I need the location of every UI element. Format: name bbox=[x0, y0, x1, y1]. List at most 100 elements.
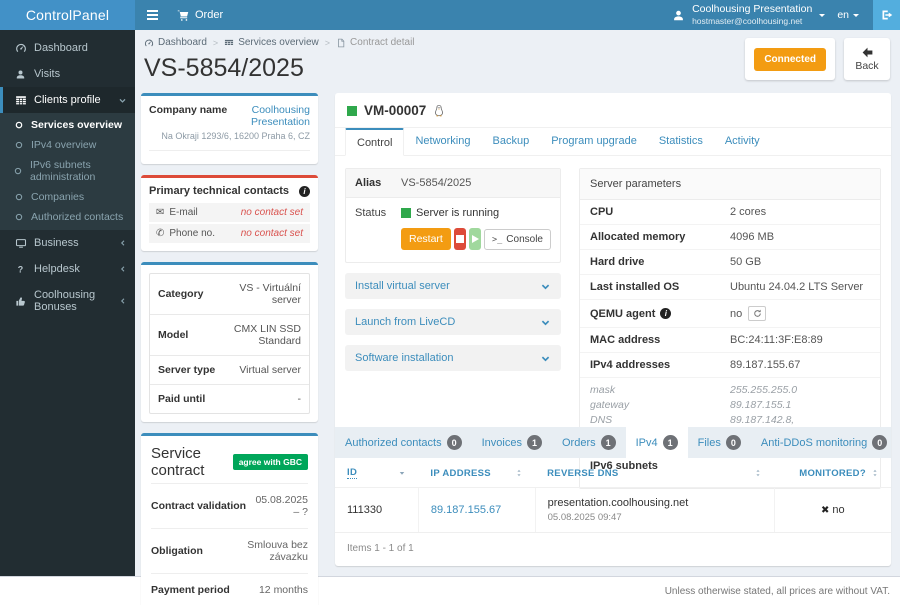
column-label[interactable]: ID bbox=[347, 467, 358, 479]
company-card-footer bbox=[149, 150, 310, 164]
company-name-link[interactable]: Coolhousing Presentation bbox=[233, 104, 310, 128]
ip-address-link[interactable]: 89.187.155.67 bbox=[431, 504, 501, 516]
sidebar-item-ipv4-overview[interactable]: IPv4 overview bbox=[0, 135, 135, 155]
menu-toggle-icon[interactable] bbox=[135, 0, 169, 30]
param-label: Last installed OS bbox=[590, 281, 680, 293]
sidebar-item-coolhousing-bonuses[interactable]: Coolhousing Bonuses bbox=[0, 282, 135, 320]
info-icon[interactable] bbox=[299, 185, 310, 197]
accordion-software-installation[interactable]: Software installation bbox=[345, 345, 561, 371]
language-value: en bbox=[837, 9, 849, 21]
vm-tabs: Control Networking Backup Program upgrad… bbox=[335, 128, 891, 156]
chevron-down-icon bbox=[118, 96, 127, 105]
tab-backup[interactable]: Backup bbox=[482, 128, 541, 155]
tab-authorized-contacts[interactable]: Authorized contacts 0 bbox=[335, 427, 472, 458]
sidebar-item-services-overview[interactable]: Services overview bbox=[0, 115, 135, 135]
detail-label: Category bbox=[158, 288, 204, 300]
order-button[interactable]: Order bbox=[177, 9, 223, 21]
service-details-card: Category VS - Virtuální server Model CMX… bbox=[141, 262, 318, 422]
stop-button[interactable] bbox=[453, 228, 466, 250]
console-button[interactable]: Console bbox=[484, 228, 551, 250]
tab-invoices[interactable]: Invoices 1 bbox=[472, 427, 552, 458]
refresh-button[interactable] bbox=[748, 306, 767, 321]
param-row-ipv4: IPv4 addresses 89.187.155.67 bbox=[580, 353, 880, 378]
navbar-right: Coolhousing Presentation hostmaster@cool… bbox=[672, 0, 900, 30]
connected-button[interactable]: Connected bbox=[754, 47, 826, 71]
count-badge: 1 bbox=[600, 435, 616, 450]
sidebar-item-business[interactable]: Business bbox=[0, 230, 135, 256]
tab-control[interactable]: Control bbox=[345, 128, 405, 156]
sort-desc-icon[interactable] bbox=[398, 469, 406, 477]
alias-value: VS-5854/2025 bbox=[401, 177, 472, 189]
page-actions: Connected Back bbox=[745, 38, 890, 80]
contact-row-email: ✉ E-mail no contact set bbox=[149, 203, 310, 222]
accordion-install-virtual-server[interactable]: Install virtual server bbox=[345, 273, 561, 299]
tab-activity[interactable]: Activity bbox=[714, 128, 771, 155]
count-badge: 0 bbox=[872, 435, 888, 450]
tab-program-upgrade[interactable]: Program upgrade bbox=[540, 128, 648, 155]
sidebar-item-dashboard[interactable]: Dashboard bbox=[0, 35, 135, 61]
param-value: BC:24:11:3F:E8:89 bbox=[730, 334, 823, 346]
subrow-gateway: gateway 89.187.155.1 bbox=[590, 398, 870, 413]
column-header-reverse-dns[interactable]: REVERSE DNS bbox=[535, 458, 775, 488]
contract-value: 05.08.2025 – ? bbox=[255, 494, 308, 518]
contact-value: no contact set bbox=[240, 207, 303, 218]
sidebar-item-visits[interactable]: Visits bbox=[0, 61, 135, 87]
sidebar-item-ipv6-subnets[interactable]: IPv6 subnets administration bbox=[0, 155, 135, 187]
detail-value: VS - Virtuální server bbox=[239, 282, 301, 306]
chevron-down-icon bbox=[540, 317, 551, 328]
tab-networking[interactable]: Networking bbox=[404, 128, 481, 155]
start-button[interactable] bbox=[468, 228, 482, 250]
contact-value: no contact set bbox=[240, 228, 303, 239]
tab-antiddos-monitoring[interactable]: Anti-DDoS monitoring 0 bbox=[751, 427, 897, 458]
count-badge: 1 bbox=[662, 435, 678, 450]
sidebar-item-authorized-contacts[interactable]: Authorized contacts bbox=[0, 207, 135, 227]
param-label: IPv4 addresses bbox=[590, 359, 671, 371]
back-arrow-icon bbox=[860, 46, 875, 59]
tab-label: Files bbox=[697, 436, 721, 449]
subrow-value: 255.255.255.0 bbox=[730, 384, 798, 396]
accordion-label: Launch from LiveCD bbox=[355, 316, 456, 328]
column-header-id[interactable]: ID bbox=[335, 458, 419, 488]
tab-statistics[interactable]: Statistics bbox=[648, 128, 714, 155]
breadcrumb-label: Dashboard bbox=[158, 37, 207, 48]
breadcrumb-dashboard[interactable]: Dashboard bbox=[144, 37, 207, 48]
circle-icon bbox=[13, 166, 23, 176]
connected-card: Connected bbox=[745, 38, 835, 80]
column-header-monitored[interactable]: MONITORED? bbox=[774, 458, 891, 488]
table-row: 111330 89.187.155.67 presentation.coolho… bbox=[335, 487, 891, 533]
back-button[interactable]: Back bbox=[844, 38, 890, 80]
language-selector[interactable]: en bbox=[837, 9, 873, 21]
info-icon[interactable] bbox=[660, 308, 672, 319]
app-logo[interactable]: ControlPanel bbox=[0, 0, 135, 30]
contract-row-validation: Contract validation 05.08.2025 – ? bbox=[151, 483, 308, 528]
linux-penguin-icon bbox=[433, 104, 445, 118]
order-label: Order bbox=[195, 9, 224, 21]
subrow-value: 89.187.155.1 bbox=[730, 399, 792, 411]
contact-label: E-mail bbox=[169, 207, 198, 218]
sidebar-item-helpdesk[interactable]: ? Helpdesk bbox=[0, 256, 135, 282]
sidebar-item-label: IPv4 overview bbox=[31, 139, 97, 151]
restart-button[interactable]: Restart bbox=[401, 228, 451, 250]
param-value: 2 cores bbox=[730, 206, 767, 218]
breadcrumb-services-overview[interactable]: Services overview bbox=[224, 37, 319, 48]
subrow-label: mask bbox=[590, 384, 616, 396]
user-menu[interactable]: Coolhousing Presentation hostmaster@cool… bbox=[672, 3, 837, 27]
tab-label: IPv4 bbox=[635, 436, 658, 449]
sort-icon[interactable] bbox=[871, 468, 879, 478]
tab-ipv4[interactable]: IPv4 1 bbox=[625, 427, 688, 458]
sidebar-item-clients-profile[interactable]: Clients profile bbox=[0, 87, 135, 113]
reverse-dns-date: 05.08.2025 09:47 bbox=[547, 512, 622, 523]
param-row-mac: MAC address BC:24:11:3F:E8:89 bbox=[580, 328, 880, 353]
logout-button[interactable] bbox=[873, 0, 900, 30]
param-row-cpu: CPU 2 cores bbox=[580, 200, 880, 225]
sidebar-item-companies[interactable]: Companies bbox=[0, 187, 135, 207]
tab-files[interactable]: Files 0 bbox=[688, 427, 751, 458]
sort-icon[interactable] bbox=[515, 468, 523, 478]
status-text: Server is running bbox=[416, 207, 500, 219]
accordion-launch-livecd[interactable]: Launch from LiveCD bbox=[345, 309, 561, 335]
sort-icon[interactable] bbox=[754, 468, 762, 478]
circle-icon bbox=[13, 120, 24, 130]
tab-orders[interactable]: Orders 1 bbox=[552, 427, 626, 458]
column-header-ip-address[interactable]: IP ADDRESS bbox=[418, 458, 536, 488]
sidebar-item-label: Companies bbox=[31, 191, 85, 203]
